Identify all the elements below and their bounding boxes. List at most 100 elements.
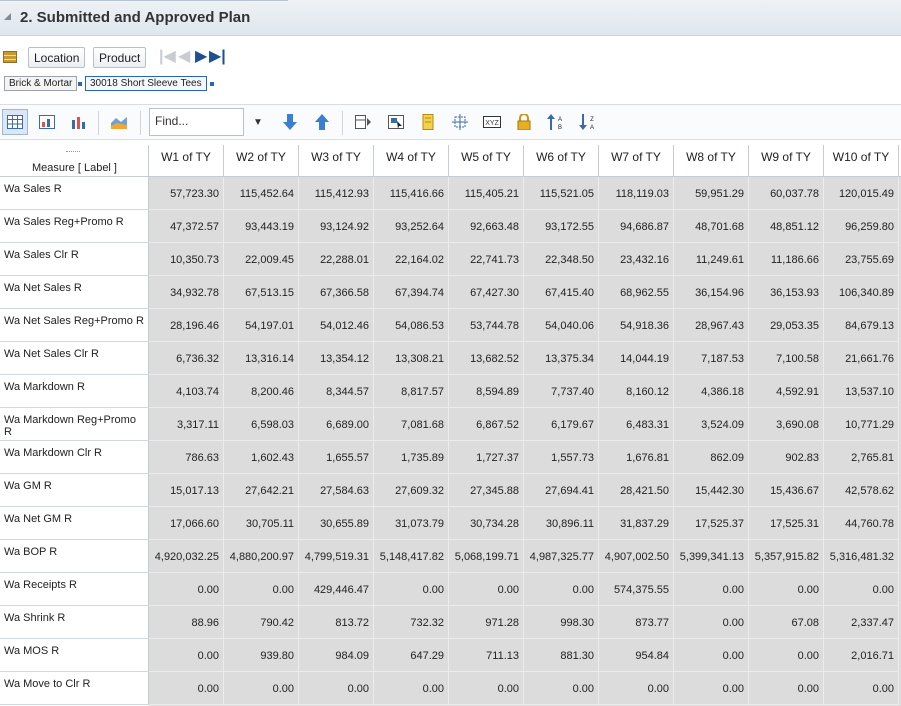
grid-cell[interactable]: 574,375.55 (599, 573, 674, 606)
grid-cell[interactable]: 106,340.89 (824, 276, 899, 309)
grid-cell[interactable]: 13,316.14 (224, 342, 299, 375)
find-input[interactable]: Find... (149, 108, 244, 136)
grid-cell[interactable]: 998.30 (524, 606, 599, 639)
grid-cell[interactable]: 862.09 (674, 441, 749, 474)
grid-cell[interactable]: 48,701.68 (674, 210, 749, 243)
grid-cell[interactable]: 7,100.58 (749, 342, 824, 375)
grid-cell[interactable]: 21,661.76 (824, 342, 899, 375)
grid-cell[interactable]: 54,012.46 (299, 309, 374, 342)
grid-cell[interactable]: 6,689.00 (299, 408, 374, 441)
arrow-up-icon[interactable] (309, 109, 335, 135)
row-label[interactable]: Wa Sales Clr R (0, 243, 149, 276)
grid-cell[interactable]: 57,723.30 (149, 177, 224, 210)
grid-cell[interactable]: 790.42 (224, 606, 299, 639)
grid-cell[interactable]: 4,987,325.77 (524, 540, 599, 573)
grid-cell[interactable]: 29,053.35 (749, 309, 824, 342)
grid-cell[interactable]: 93,124.92 (299, 210, 374, 243)
grid-cell[interactable]: 4,103.74 (149, 375, 224, 408)
grid-cell[interactable]: 13,308.21 (374, 342, 449, 375)
grid-cell[interactable]: 28,967.43 (674, 309, 749, 342)
last-page-icon[interactable]: ▶| (209, 46, 226, 66)
grid-cell[interactable]: 44,760.78 (824, 507, 899, 540)
grid-cell[interactable]: 54,197.01 (224, 309, 299, 342)
row-label[interactable]: Wa Net GM R (0, 507, 149, 540)
grid-cell[interactable]: 68,962.55 (599, 276, 674, 309)
grid-cell[interactable]: 971.28 (449, 606, 524, 639)
grid-cell[interactable]: 10,771.29 (824, 408, 899, 441)
grid-cell[interactable]: 711.13 (449, 639, 524, 672)
row-label[interactable]: Wa Net Sales R (0, 276, 149, 309)
grid-cell[interactable]: 93,252.64 (374, 210, 449, 243)
grid-cell[interactable]: 27,642.21 (224, 474, 299, 507)
grid-cell[interactable]: 1,557.73 (524, 441, 599, 474)
grid-cell[interactable]: 22,348.50 (524, 243, 599, 276)
row-label[interactable]: Wa Markdown Clr R (0, 441, 149, 474)
column-header[interactable]: W1 of TY (149, 145, 224, 176)
grid-cell[interactable]: 115,412.93 (299, 177, 374, 210)
grid-cell[interactable]: 93,172.55 (524, 210, 599, 243)
grid-cell[interactable]: 36,153.93 (749, 276, 824, 309)
grid-cell[interactable]: 984.09 (299, 639, 374, 672)
grid-cell[interactable]: 42,578.62 (824, 474, 899, 507)
grid-cell[interactable]: 60,037.78 (749, 177, 824, 210)
xyz-icon[interactable]: XYZ (479, 109, 505, 135)
bar-chart-icon[interactable] (66, 109, 92, 135)
grid-cell[interactable]: 67,366.58 (299, 276, 374, 309)
row-label[interactable]: Wa Receipts R (0, 573, 149, 606)
row-label[interactable]: Wa MOS R (0, 639, 149, 672)
row-label[interactable]: Wa Sales Reg+Promo R (0, 210, 149, 243)
column-header[interactable]: W9 of TY (749, 145, 824, 176)
grid-cell[interactable]: 1,602.43 (224, 441, 299, 474)
grid-cell[interactable]: 67,513.15 (224, 276, 299, 309)
grid-cell[interactable]: 0.00 (674, 639, 749, 672)
grid-cell[interactable]: 881.30 (524, 639, 599, 672)
grid-cell[interactable]: 13,375.34 (524, 342, 599, 375)
column-header[interactable]: W10 of TY (824, 145, 899, 176)
grid-cell[interactable]: 8,344.57 (299, 375, 374, 408)
grid-cell[interactable]: 7,081.68 (374, 408, 449, 441)
column-header[interactable]: W4 of TY (374, 145, 449, 176)
grid-cell[interactable]: 96,259.80 (824, 210, 899, 243)
grid-cell[interactable]: 15,017.13 (149, 474, 224, 507)
grid-cell[interactable]: 27,345.88 (449, 474, 524, 507)
grid-cell[interactable]: 115,521.05 (524, 177, 599, 210)
grid-cell[interactable]: 3,690.08 (749, 408, 824, 441)
row-label[interactable]: Wa Sales R (0, 177, 149, 210)
grid-cell[interactable]: 27,609.32 (374, 474, 449, 507)
column-header[interactable]: W3 of TY (299, 145, 374, 176)
grid-cell[interactable]: 34,932.78 (149, 276, 224, 309)
grid-cell[interactable]: 0.00 (824, 672, 899, 705)
grid-cell[interactable]: 22,009.45 (224, 243, 299, 276)
grid-cell[interactable]: 6,598.03 (224, 408, 299, 441)
grid-cell[interactable]: 2,765.81 (824, 441, 899, 474)
next-page-icon[interactable]: ▶ (195, 46, 207, 66)
row-label[interactable]: Wa Net Sales Reg+Promo R (0, 309, 149, 342)
location-button[interactable]: Location (28, 47, 86, 68)
grid-cell[interactable]: 30,655.89 (299, 507, 374, 540)
grid-cell[interactable]: 23,432.16 (599, 243, 674, 276)
select-icon[interactable] (383, 109, 409, 135)
arrow-down-icon[interactable] (277, 109, 303, 135)
grid-cell[interactable]: 813.72 (299, 606, 374, 639)
grid-cell[interactable]: 1,655.57 (299, 441, 374, 474)
grid-cell[interactable]: 6,179.67 (524, 408, 599, 441)
chart-table-icon[interactable] (34, 109, 60, 135)
grid-cell[interactable]: 0.00 (749, 639, 824, 672)
grid-cell[interactable]: 11,186.66 (749, 243, 824, 276)
grid-cell[interactable]: 22,741.73 (449, 243, 524, 276)
grid-cell[interactable]: 647.29 (374, 639, 449, 672)
first-page-icon[interactable]: |◀ (159, 46, 176, 66)
grid-cell[interactable]: 5,399,341.13 (674, 540, 749, 573)
grid-cell[interactable]: 88.96 (149, 606, 224, 639)
grid-cell[interactable]: 30,896.11 (524, 507, 599, 540)
grid-cell[interactable]: 115,452.64 (224, 177, 299, 210)
grid-cell[interactable]: 939.80 (224, 639, 299, 672)
grid-cell[interactable]: 0.00 (374, 573, 449, 606)
row-label[interactable]: Wa Net Sales Clr R (0, 342, 149, 375)
column-header[interactable]: W6 of TY (524, 145, 599, 176)
grid-cell[interactable]: 0.00 (449, 672, 524, 705)
prev-page-icon[interactable]: ◀ (178, 46, 190, 66)
grid-cell[interactable]: 786.63 (149, 441, 224, 474)
grid-layout-icon[interactable] (3, 51, 17, 63)
grid-cell[interactable]: 67,394.74 (374, 276, 449, 309)
